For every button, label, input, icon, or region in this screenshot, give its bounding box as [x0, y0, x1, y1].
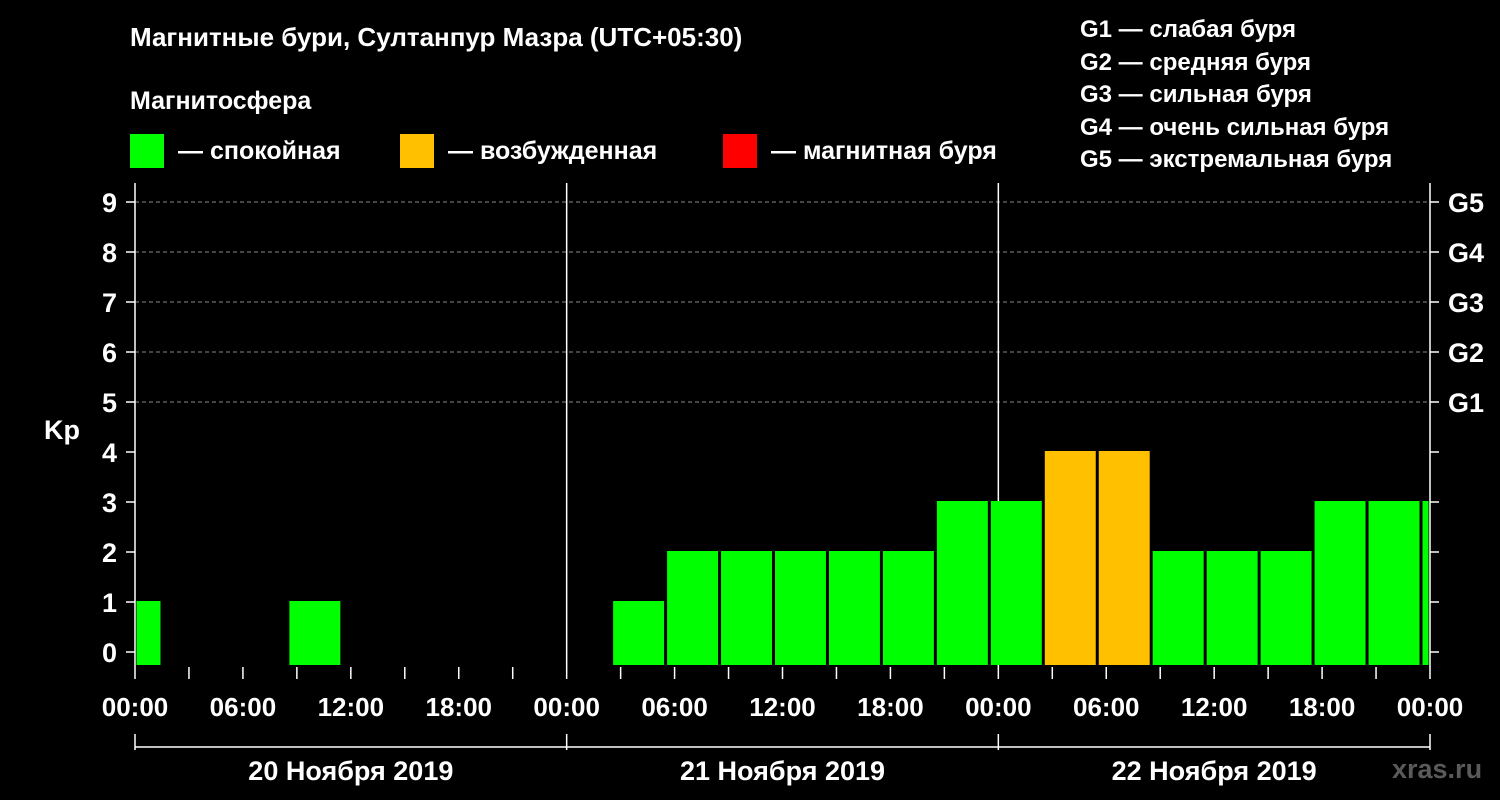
day-label-0: 20 Ноября 2019: [248, 756, 453, 786]
kp-bar-5: [775, 551, 826, 665]
y-tick-label-9: 9: [102, 188, 117, 218]
kp-bar-13: [1206, 551, 1258, 665]
right-axis-label-g4: G4: [1448, 238, 1484, 268]
kp-bar-16: [1368, 501, 1420, 665]
x-tick-label-0: 00:00: [102, 692, 169, 722]
x-tick-label-5: 06:00: [641, 692, 708, 722]
kp-bar-17: [1422, 501, 1429, 665]
kp-bar-11: [1098, 451, 1150, 665]
y-tick-label-3: 3: [102, 488, 117, 518]
kp-bar-3: [667, 551, 719, 665]
kp-bar-2: [613, 601, 665, 665]
y-tick-label-8: 8: [102, 238, 117, 268]
x-tick-label-8: 00:00: [965, 692, 1032, 722]
x-tick-label-4: 00:00: [533, 692, 600, 722]
y-tick-label-4: 4: [102, 438, 117, 468]
kp-bar-14: [1260, 551, 1312, 665]
y-tick-label-7: 7: [102, 288, 117, 318]
day-label-1: 21 Ноября 2019: [680, 756, 885, 786]
y-tick-label-6: 6: [102, 338, 117, 368]
kp-bar-8: [936, 501, 988, 665]
x-tick-label-9: 06:00: [1073, 692, 1140, 722]
right-axis-label-g1: G1: [1448, 388, 1484, 418]
kp-bar-chart: 0 1 2 3 4 5 6 7 8 9 G1 G2 G3 G4 G5 00:00 06:00 12:00 18:00…: [44, 183, 1484, 786]
x-tick-label-11: 18:00: [1289, 692, 1356, 722]
watermark: xras.ru: [1392, 754, 1483, 784]
kp-bar-9: [990, 501, 1042, 665]
x-tick-label-6: 12:00: [749, 692, 816, 722]
x-tick-label-10: 12:00: [1181, 692, 1248, 722]
x-tick-label-1: 06:00: [210, 692, 277, 722]
right-axis-label-g5: G5: [1448, 188, 1484, 218]
y-axis-label: Kp: [44, 415, 80, 445]
y-tick-label-2: 2: [102, 538, 117, 568]
right-axis-label-g3: G3: [1448, 288, 1484, 318]
kp-bar-6: [828, 551, 880, 665]
y-tick-label-5: 5: [102, 388, 117, 418]
kp-bar-0: [136, 601, 161, 665]
kp-bar-4: [721, 551, 773, 665]
x-tick-label-3: 18:00: [426, 692, 493, 722]
kp-bar-12: [1152, 551, 1204, 665]
day-label-2: 22 Ноября 2019: [1112, 756, 1317, 786]
x-tick-label-7: 18:00: [857, 692, 924, 722]
kp-bar-7: [882, 551, 934, 665]
kp-bar-10: [1044, 451, 1096, 665]
kp-bar-1: [289, 601, 341, 665]
kp-bar-15: [1314, 501, 1366, 665]
y-tick-label-0: 0: [102, 638, 117, 668]
x-tick-label-12: 00:00: [1397, 692, 1464, 722]
right-axis-label-g2: G2: [1448, 338, 1484, 368]
y-tick-label-1: 1: [102, 588, 117, 618]
x-tick-label-2: 12:00: [318, 692, 385, 722]
